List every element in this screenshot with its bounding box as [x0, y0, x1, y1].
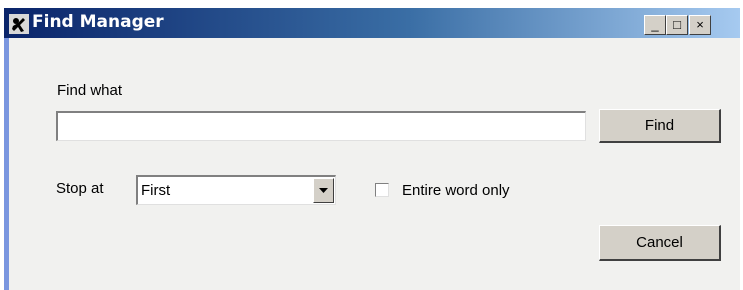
stop-at-select[interactable]: First [136, 175, 336, 205]
dialog-body: Find what Find Stop at First Entire word… [9, 38, 740, 290]
entire-word-label[interactable]: Entire word only [402, 182, 510, 199]
dropdown-button[interactable] [313, 178, 334, 203]
find-button[interactable]: Find [599, 109, 721, 143]
minimize-button[interactable]: _ [644, 15, 666, 35]
stop-at-value: First [141, 182, 171, 199]
minimize-icon: _ [651, 17, 659, 32]
chevron-down-icon [319, 188, 328, 193]
maximize-button[interactable]: □ [666, 15, 688, 35]
entire-word-checkbox[interactable] [375, 183, 389, 197]
stop-at-label: Stop at [56, 180, 104, 197]
find-what-input[interactable] [56, 111, 586, 141]
close-icon: × [696, 17, 704, 32]
window-title: Find Manager [32, 12, 164, 32]
maximize-icon: □ [673, 17, 681, 32]
cancel-button[interactable]: Cancel [599, 225, 721, 261]
title-bar[interactable]: Find Manager _ □ × [4, 8, 740, 38]
find-button-label: Find [644, 117, 675, 134]
find-manager-app-icon [9, 14, 29, 34]
find-manager-window: Find Manager _ □ × Find what Find Stop a… [4, 8, 740, 290]
close-button[interactable]: × [689, 15, 711, 35]
cancel-button-label: Cancel [636, 234, 683, 251]
find-what-label: Find what [57, 82, 123, 99]
